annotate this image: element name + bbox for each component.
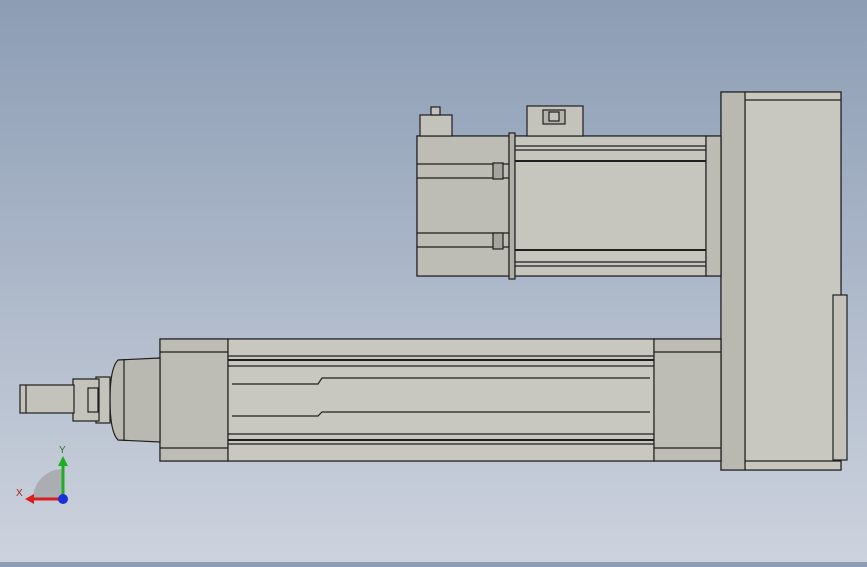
model-view[interactable]: Y X xyxy=(0,0,867,562)
x-axis-arrowhead xyxy=(25,494,34,504)
x-axis-label: X xyxy=(16,488,23,499)
servo-motor xyxy=(416,105,722,280)
y-axis-label: Y xyxy=(59,445,66,456)
triad-plane-icon xyxy=(33,469,63,499)
piston-rod xyxy=(19,357,161,443)
cad-viewport[interactable]: Y X xyxy=(0,0,867,562)
actuator-body xyxy=(159,338,722,462)
electric-actuator-model xyxy=(19,91,848,471)
belt-housing xyxy=(720,91,848,471)
orientation-triad: Y X xyxy=(16,445,68,504)
y-axis-arrowhead xyxy=(58,456,68,466)
z-axis-dot xyxy=(58,494,68,504)
